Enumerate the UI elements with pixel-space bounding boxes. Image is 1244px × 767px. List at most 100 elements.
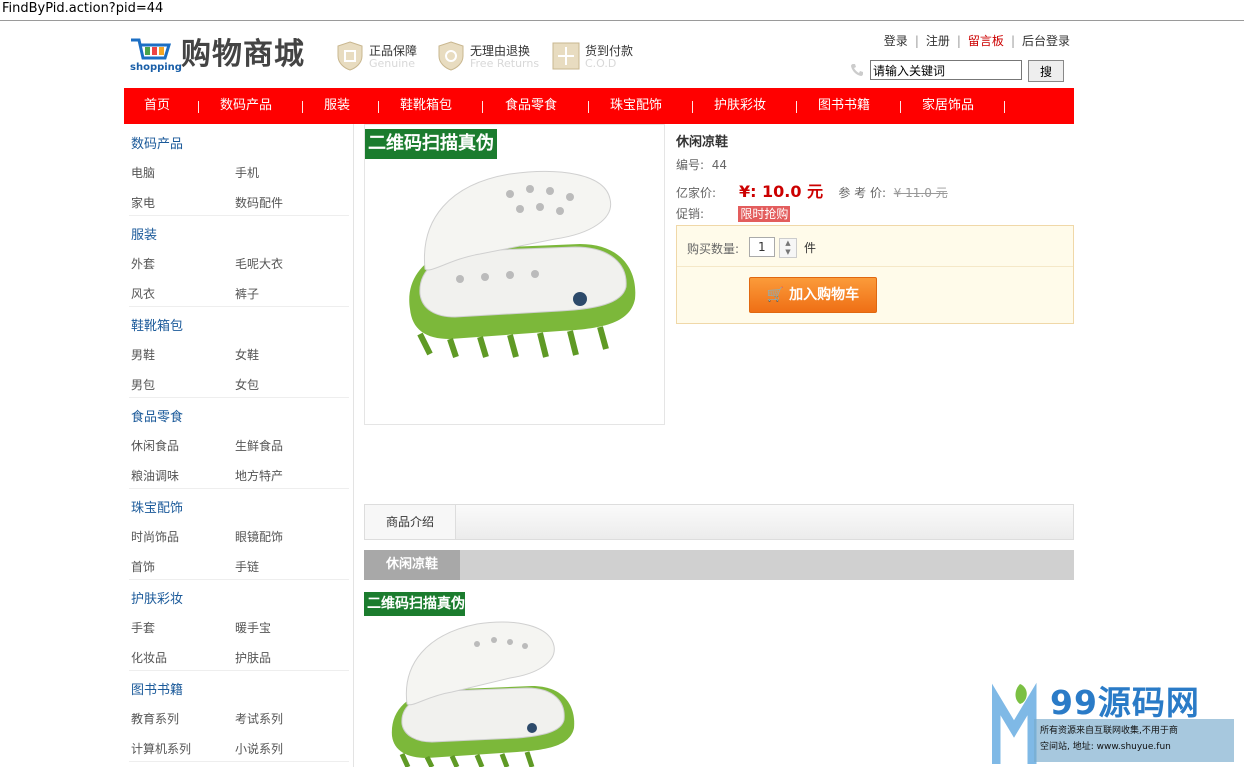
shield-return-icon — [438, 41, 464, 71]
search-input[interactable] — [870, 60, 1022, 80]
phone-icon — [851, 64, 863, 76]
nav-books[interactable]: 图书书籍 — [818, 88, 870, 124]
divider — [129, 488, 349, 489]
detail-authenticity-badge: 二维码扫描真伪 — [364, 592, 465, 616]
sidebar-category[interactable]: 珠宝配饰 — [131, 497, 183, 516]
promise-cod: 货到付款 C.O.D — [552, 40, 652, 74]
reference-price-label: 参 考 价: — [838, 186, 887, 200]
product-id-label: 编号: — [676, 158, 705, 172]
product-image[interactable]: 二维码扫描真伪 — [364, 124, 665, 425]
sidebar-category[interactable]: 服装 — [131, 224, 157, 243]
nav-divider — [378, 101, 379, 113]
product-id: 44 — [711, 158, 727, 172]
sidebar-subcategory[interactable]: 计算机系列 — [131, 740, 191, 757]
divider — [129, 670, 349, 671]
promotion-row: 促销: 限时抢购 — [676, 205, 791, 222]
add-to-cart-button[interactable]: 🛒 加入购物车 — [749, 277, 877, 313]
nav-divider — [1004, 101, 1005, 113]
nav-digital[interactable]: 数码产品 — [220, 88, 272, 124]
logo-subtitle: shopping — [130, 62, 182, 73]
divider — [129, 761, 349, 762]
sidebar-category[interactable]: 图书书籍 — [131, 679, 183, 698]
nav-jewelry[interactable]: 珠宝配饰 — [610, 88, 662, 124]
sidebar-subcategory[interactable]: 风衣 — [131, 285, 155, 302]
sidebar-subcategory[interactable]: 考试系列 — [235, 710, 283, 727]
logo-title: 购物商城 — [181, 37, 305, 72]
sidebar-subcategory[interactable]: 化妆品 — [131, 649, 167, 666]
sidebar-subcategory[interactable]: 手套 — [131, 619, 155, 636]
price-row: 亿家价: ¥: 10.0 元 参 考 价: ¥ 11.0 元 — [676, 178, 948, 202]
nav-food[interactable]: 食品零食 — [505, 88, 557, 124]
sidebar-subcategory[interactable]: 电脑 — [131, 164, 155, 181]
sidebar-subcategory[interactable]: 数码配件 — [235, 194, 283, 211]
sidebar-subcategory[interactable]: 女包 — [235, 376, 259, 393]
sidebar-subcategory[interactable]: 小说系列 — [235, 740, 283, 757]
divider — [129, 397, 349, 398]
sidebar-subcategory[interactable]: 休闲食品 — [131, 437, 179, 454]
sidebar-subcategory[interactable]: 男鞋 — [131, 346, 155, 363]
search-button[interactable]: 搜 — [1028, 60, 1064, 82]
nav-divider — [588, 101, 589, 113]
site-logo[interactable]: shopping 购物商城 — [129, 36, 314, 76]
watermark-brand: 99源码网 — [1050, 683, 1200, 722]
sidebar-category[interactable]: 数码产品 — [131, 133, 183, 152]
divider: | — [914, 34, 919, 48]
sidebar-category[interactable]: 护肤彩妆 — [131, 588, 183, 607]
tab-product-intro[interactable]: 商品介绍 — [365, 505, 456, 539]
nav-shoes-bags[interactable]: 鞋靴箱包 — [400, 88, 452, 124]
nav-home[interactable]: 首页 — [144, 88, 170, 124]
login-link[interactable]: 登录 — [882, 34, 910, 48]
sidebar-category[interactable]: 食品零食 — [131, 406, 183, 425]
quantity-stepper[interactable]: ▲ ▼ — [779, 238, 797, 258]
sidebar-subcategory[interactable]: 护肤品 — [235, 649, 271, 666]
add-to-cart-label: 加入购物车 — [789, 287, 860, 303]
product-id-row: 编号: 44 — [676, 156, 727, 173]
category-sidebar: 数码产品 电脑 手机 家电 数码配件 服装 外套 毛呢大衣 风衣 裤子 鞋靴箱包… — [124, 124, 354, 767]
register-link[interactable]: 注册 — [924, 34, 952, 48]
authenticity-badge: 二维码扫描真伪 — [365, 129, 497, 159]
sidebar-subcategory[interactable]: 男包 — [131, 376, 155, 393]
clog-shoe-image — [409, 170, 636, 358]
address-bar[interactable]: FindByPid.action?pid=44 — [0, 0, 1244, 21]
nav-skincare[interactable]: 护肤彩妆 — [714, 88, 766, 124]
promise-subtitle: C.O.D — [585, 57, 617, 70]
sidebar-subcategory[interactable]: 粮油调味 — [131, 467, 179, 484]
search-bar: 搜 — [846, 57, 1074, 84]
nav-divider — [796, 101, 797, 113]
sidebar-subcategory[interactable]: 手机 — [235, 164, 259, 181]
admin-login-link[interactable]: 后台登录 — [1020, 34, 1072, 48]
reference-price: ¥ 11.0 元 — [893, 186, 948, 200]
sidebar-subcategory[interactable]: 时尚饰品 — [131, 528, 179, 545]
sidebar-category[interactable]: 鞋靴箱包 — [131, 315, 183, 334]
sidebar-subcategory[interactable]: 手链 — [235, 558, 259, 575]
cod-box-icon — [552, 42, 580, 70]
promise-genuine: 正品保障 Genuine — [336, 40, 436, 74]
message-board-link[interactable]: 留言板 — [966, 34, 1006, 48]
sidebar-subcategory[interactable]: 教育系列 — [131, 710, 179, 727]
quantity-input[interactable]: 1 — [749, 237, 775, 257]
nav-clothing[interactable]: 服装 — [324, 88, 350, 124]
nav-divider — [198, 101, 199, 113]
sidebar-subcategory[interactable]: 暖手宝 — [235, 619, 271, 636]
sidebar-subcategory[interactable]: 裤子 — [235, 285, 259, 302]
quantity-unit: 件 — [804, 241, 817, 255]
sidebar-subcategory[interactable]: 地方特产 — [235, 467, 283, 484]
quantity-label: 购买数量: — [687, 242, 740, 256]
sidebar-subcategory[interactable]: 女鞋 — [235, 346, 259, 363]
cart-icon: 🛒 — [766, 287, 785, 303]
sidebar-subcategory[interactable]: 生鲜食品 — [235, 437, 283, 454]
sidebar-subcategory[interactable]: 家电 — [131, 194, 155, 211]
sidebar-subcategory[interactable]: 眼镜配饰 — [235, 528, 283, 545]
price-label: 亿家价: — [676, 186, 717, 200]
detail-title-bar: 休闲凉鞋 — [364, 550, 1074, 580]
product-name: 休闲凉鞋 — [676, 135, 729, 150]
sidebar-subcategory[interactable]: 首饰 — [131, 558, 155, 575]
nav-divider — [302, 101, 303, 113]
promotion-label: 促销: — [676, 207, 705, 221]
divider: | — [1010, 34, 1015, 48]
divider — [677, 266, 1073, 267]
promise-subtitle: Free Returns — [470, 57, 540, 70]
sidebar-subcategory[interactable]: 外套 — [131, 255, 155, 272]
nav-home-decor[interactable]: 家居饰品 — [922, 88, 974, 124]
sidebar-subcategory[interactable]: 毛呢大衣 — [235, 255, 283, 272]
